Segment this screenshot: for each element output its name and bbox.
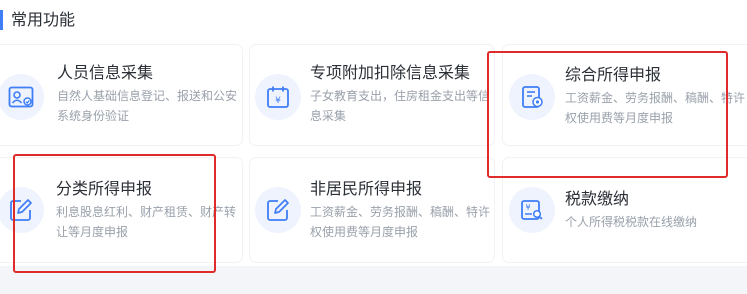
- card-title: 税款缴纳: [565, 189, 630, 208]
- tax-payment-icon: ¥: [521, 200, 543, 220]
- person-card-icon: [8, 86, 34, 108]
- card-title: 人员信息采集: [57, 63, 154, 82]
- edit-icon-wrap: [255, 187, 301, 233]
- card-desc: 个人所得税税款在线缴纳: [565, 215, 698, 229]
- doc-coin-icon-wrap: [509, 74, 555, 120]
- card-title: 分类所得申报: [56, 179, 153, 198]
- card-classified-income[interactable]: 分类所得申报 利息股息红利、财产租赁、财产转让等月度申报: [0, 158, 242, 262]
- card-desc: 子女教育支出，住房租金支出等信息采集: [310, 89, 491, 123]
- card-comprehensive-income[interactable]: 综合所得申报 工资薪金、劳务报酬、稿酬、特许权使用费等月度申报: [503, 45, 747, 145]
- card-desc: 利息股息红利、财产租赁、财产转让等月度申报: [56, 205, 237, 239]
- edit-icon: [10, 199, 32, 221]
- card-personnel-info[interactable]: 人员信息采集 自然人基础信息登记、报送和公安系统身份验证: [0, 45, 242, 145]
- section-accent-bar: [0, 10, 3, 30]
- card-title: 非居民所得申报: [310, 179, 423, 198]
- card-desc: 工资薪金、劳务报酬、稿酬、特许权使用费等月度申报: [565, 91, 746, 125]
- doc-coin-icon: [522, 86, 543, 108]
- bottom-strip: [0, 266, 747, 294]
- tax-payment-icon-wrap: ¥: [509, 187, 555, 233]
- section-header: 常用功能: [0, 8, 747, 32]
- card-title: 专项附加扣除信息采集: [310, 63, 471, 82]
- section-title: 常用功能: [11, 10, 76, 29]
- svg-text:¥: ¥: [525, 203, 530, 212]
- edit-icon-wrap: [0, 187, 44, 233]
- card-special-deduction[interactable]: ¥ 专项附加扣除信息采集 子女教育支出，住房租金支出等信息采集: [250, 45, 494, 145]
- calendar-doc-icon: ¥: [267, 86, 289, 108]
- card-title: 综合所得申报: [565, 65, 662, 84]
- card-nonresident-income[interactable]: 非居民所得申报 工资薪金、劳务报酬、稿酬、特许权使用费等月度申报: [250, 158, 494, 262]
- person-card-icon-wrap: [0, 74, 44, 120]
- svg-text:¥: ¥: [275, 96, 281, 106]
- edit-icon: [267, 199, 289, 221]
- card-desc: 工资薪金、劳务报酬、稿酬、特许权使用费等月度申报: [310, 205, 491, 239]
- calendar-doc-icon-wrap: ¥: [255, 74, 301, 120]
- card-tax-payment[interactable]: ¥ 税款缴纳 个人所得税税款在线缴纳: [503, 158, 747, 262]
- card-desc: 自然人基础信息登记、报送和公安系统身份验证: [57, 89, 238, 123]
